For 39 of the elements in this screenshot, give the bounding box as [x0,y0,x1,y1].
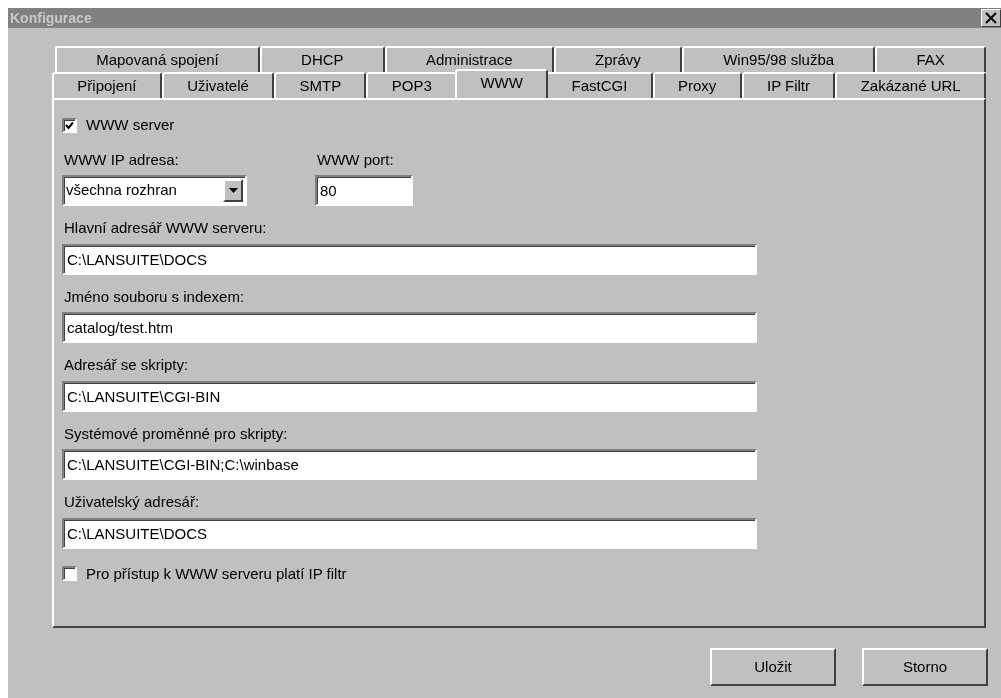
tab[interactable]: POP3 [366,72,458,98]
field-label: Hlavní adresář WWW serveru: [64,218,268,238]
checkbox-label: WWW server [86,115,175,135]
tab[interactable]: Win95/98 služba [682,46,876,72]
input-field[interactable]: C:\LANSUITE\CGI-BIN [62,380,757,412]
window-title: Konfigurace [10,8,92,28]
input-field[interactable]: C:\LANSUITE\DOCS [62,243,757,275]
close-button[interactable] [981,9,1001,27]
tab[interactable]: FastCGI [546,72,653,98]
checkbox[interactable] [62,117,77,133]
tab[interactable]: Připojení [52,72,162,98]
tab[interactable]: FAX [875,46,986,72]
input-field[interactable]: catalog/test.htm [62,312,757,343]
field-label: Jméno souboru s indexem: [64,286,246,307]
tab[interactable]: Zakázané URL [835,72,987,98]
field-label: WWW IP adresa: [64,149,180,170]
ip-address-dropdown[interactable]: všechna rozhran [62,175,247,206]
tab[interactable]: Mapovaná spojení [55,46,260,72]
tab[interactable]: SMTP [274,72,367,98]
tab[interactable]: IP Filtr [741,72,836,98]
tab[interactable]: Proxy [652,72,742,98]
tab[interactable]: Administrace [384,46,554,72]
checkbox[interactable] [62,566,77,582]
field-label: WWW port: [317,149,395,170]
field-label: Adresář se skripty: [64,355,190,375]
field-label: Uživatelský adresář: [64,492,201,512]
checkbox-label: Pro přístup k WWW serveru platí IP filtr [86,563,347,584]
input-field[interactable]: C:\LANSUITE\CGI-BIN;C:\winbase [62,449,757,480]
dialog-button[interactable]: Storno [862,648,988,686]
tab[interactable]: Uživatelé [161,72,275,98]
tab[interactable]: WWW [455,69,549,98]
close-icon [985,12,997,24]
dialog-button[interactable]: Uložit [710,648,836,686]
tab[interactable]: Zprávy [553,46,683,72]
field-label: Systémové proměnné pro skripty: [64,423,289,444]
input-field[interactable]: C:\LANSUITE\DOCS [62,517,757,549]
port-field[interactable]: 80 [315,175,413,206]
dropdown-arrow-icon [228,188,238,193]
tab[interactable]: DHCP [259,46,385,72]
